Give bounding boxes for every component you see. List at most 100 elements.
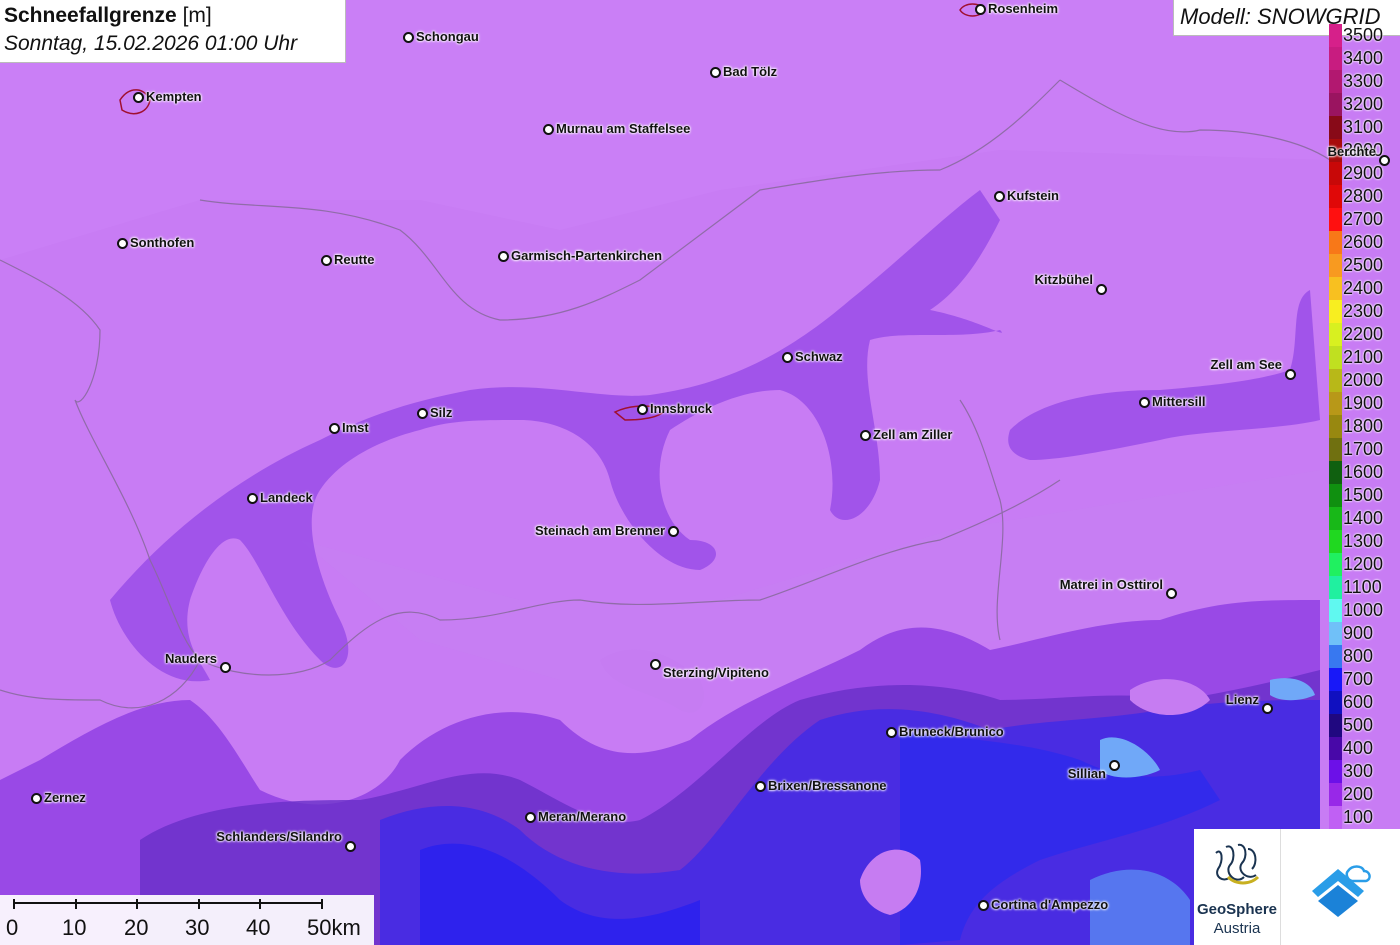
legend-entry: 1800 bbox=[1329, 415, 1400, 438]
city-marker: Berchte bbox=[1084, 144, 1390, 168]
legend-entry: 3500 bbox=[1329, 24, 1400, 47]
legend-label: 200 bbox=[1343, 784, 1374, 804]
legend-entry: 2000 bbox=[1329, 369, 1400, 392]
city-dot-icon bbox=[650, 659, 661, 670]
geosphere-country: Austria bbox=[1213, 920, 1261, 937]
city-dot-icon bbox=[417, 408, 428, 419]
legend-swatch bbox=[1329, 93, 1342, 116]
legend-entry: 1700 bbox=[1329, 438, 1400, 461]
legend-entry: 2300 bbox=[1329, 300, 1400, 323]
snowline-map bbox=[0, 0, 1400, 945]
map-title: Schneefallgrenze [m] bbox=[4, 2, 341, 30]
city-label: Rosenheim bbox=[988, 1, 1059, 16]
city-label: Kempten bbox=[146, 89, 202, 104]
legend-swatch bbox=[1329, 323, 1342, 346]
legend-entry: 1100 bbox=[1329, 576, 1400, 599]
city-label: Meran/Merano bbox=[538, 809, 627, 824]
city-dot-icon bbox=[117, 238, 128, 249]
legend-label: 3200 bbox=[1343, 94, 1384, 114]
city-label: Kitzbühel bbox=[1034, 272, 1094, 287]
legend-swatch bbox=[1329, 208, 1342, 231]
city-label: Garmisch-Partenkirchen bbox=[511, 248, 663, 263]
legend-swatch bbox=[1329, 576, 1342, 599]
city-dot-icon bbox=[345, 841, 356, 852]
legend-label: 2600 bbox=[1343, 232, 1384, 252]
legend-label: 800 bbox=[1343, 646, 1374, 666]
legend-label: 1100 bbox=[1343, 577, 1382, 597]
city-dot-icon bbox=[994, 191, 1005, 202]
legend-swatch bbox=[1329, 369, 1342, 392]
legend-swatch bbox=[1329, 116, 1342, 139]
legend-swatch bbox=[1329, 24, 1342, 47]
scale-tick: 20 bbox=[124, 915, 149, 940]
legend-entry: 900 bbox=[1329, 622, 1400, 645]
city-marker: Sillian bbox=[814, 757, 1120, 781]
legend-swatch bbox=[1329, 553, 1342, 576]
legend-swatch bbox=[1329, 70, 1342, 93]
legend-entry: 2800 bbox=[1329, 185, 1400, 208]
legend-entry: 1400 bbox=[1329, 507, 1400, 530]
city-dot-icon bbox=[1096, 284, 1107, 295]
legend-swatch bbox=[1329, 622, 1342, 645]
legend-entry: 3300 bbox=[1329, 70, 1400, 93]
city-label: Innsbruck bbox=[650, 401, 713, 416]
city-dot-icon bbox=[403, 32, 414, 43]
legend-entry: 500 bbox=[1329, 714, 1400, 737]
legend-swatch bbox=[1329, 231, 1342, 254]
weather-app-logo-icon[interactable] bbox=[1282, 829, 1400, 945]
city-label: Bad Tölz bbox=[723, 64, 778, 79]
city-dot-icon bbox=[321, 255, 332, 266]
city-dot-icon bbox=[543, 124, 554, 135]
legend-swatch bbox=[1329, 277, 1342, 300]
legend-entry: 2500 bbox=[1329, 254, 1400, 277]
legend-entry: 1900 bbox=[1329, 392, 1400, 415]
city-label: Sonthofen bbox=[130, 235, 195, 250]
city-label: Brixen/Bressanone bbox=[768, 778, 887, 793]
scale-tick: 10 bbox=[62, 915, 87, 940]
legend-entry: 3400 bbox=[1329, 47, 1400, 70]
city-label: Zell am Ziller bbox=[873, 427, 953, 442]
city-marker: Schlanders/Silandro bbox=[50, 829, 356, 854]
geosphere-logo[interactable]: GeoSphere Austria bbox=[1194, 829, 1281, 945]
legend-label: 3300 bbox=[1343, 71, 1384, 91]
logo-box: GeoSphere Austria bbox=[1194, 829, 1400, 945]
legend-entry: 2200 bbox=[1329, 323, 1400, 346]
legend-swatch bbox=[1329, 392, 1342, 415]
legend-label: 300 bbox=[1343, 761, 1374, 781]
city-label: Kufstein bbox=[1007, 188, 1059, 203]
legend-swatch bbox=[1329, 645, 1342, 668]
map-subtitle: Sonntag, 15.02.2026 01:00 Uhr bbox=[4, 32, 298, 55]
city-dot-icon bbox=[1139, 397, 1150, 408]
legend-swatch bbox=[1329, 668, 1342, 691]
legend-entry: 300 bbox=[1329, 760, 1400, 783]
legend-entry: 2600 bbox=[1329, 231, 1400, 254]
scale-bar: 0 10 20 30 40 50km bbox=[0, 895, 374, 945]
legend-swatch bbox=[1329, 346, 1342, 369]
legend-label: 500 bbox=[1343, 715, 1374, 735]
legend-swatch bbox=[1329, 300, 1342, 323]
legend-label: 600 bbox=[1343, 692, 1374, 712]
legend-swatch bbox=[1329, 47, 1342, 70]
legend-entry: 3200 bbox=[1329, 93, 1400, 116]
city-dot-icon bbox=[782, 352, 793, 363]
legend-entry: 1600 bbox=[1329, 461, 1400, 484]
legend-swatch bbox=[1329, 507, 1342, 530]
legend-label: 400 bbox=[1343, 738, 1374, 758]
scale-tick: 30 bbox=[185, 915, 210, 940]
city-dot-icon bbox=[498, 251, 509, 262]
legend-entry: 700 bbox=[1329, 668, 1400, 691]
city-label: Cortina d'Ampezzo bbox=[991, 897, 1109, 912]
legend-label: 2100 bbox=[1343, 347, 1384, 367]
city-dot-icon bbox=[220, 662, 231, 673]
legend-label: 2700 bbox=[1343, 209, 1384, 229]
legend-label: 2500 bbox=[1343, 255, 1384, 275]
legend-entry: 2100 bbox=[1329, 346, 1400, 369]
legend-label: 1400 bbox=[1343, 508, 1384, 528]
legend-entry: 1200 bbox=[1329, 553, 1400, 576]
legend-label: 2400 bbox=[1343, 278, 1384, 298]
city-dot-icon bbox=[247, 493, 258, 504]
geosphere-emblem-icon bbox=[1215, 843, 1260, 885]
city-label: Mittersill bbox=[1152, 394, 1206, 409]
city-label: Nauders bbox=[164, 651, 217, 666]
city-dot-icon bbox=[710, 67, 721, 78]
